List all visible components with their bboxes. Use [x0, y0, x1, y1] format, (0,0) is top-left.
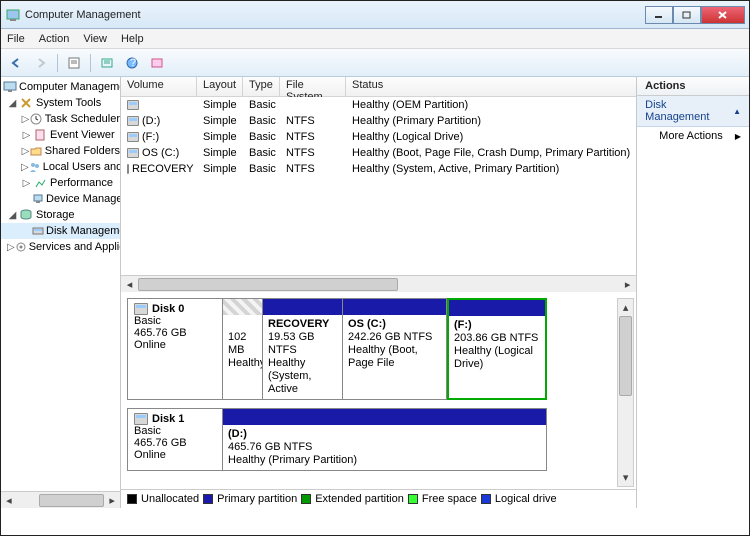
disk-graphical-view: Disk 0Basic465.76 GBOnline102 MBHealthyR… [121, 292, 617, 489]
volume-row[interactable]: SimpleBasicHealthy (OEM Partition) [121, 97, 636, 113]
legend-swatch-primary [203, 494, 213, 504]
actions-section[interactable]: Disk Management▲ [637, 96, 749, 127]
users-icon [29, 159, 41, 175]
col-status[interactable]: Status [346, 77, 636, 96]
folder-share-icon [30, 143, 43, 159]
volume-row[interactable]: (D:)SimpleBasicNTFSHealthy (Primary Part… [121, 113, 636, 129]
toolbar: ? [1, 49, 749, 77]
expand-icon[interactable]: ▷ [21, 162, 29, 173]
volume-header: Volume Layout Type File System Status [121, 77, 636, 97]
graphical-vscrollbar[interactable]: ▴▾ [617, 298, 634, 487]
tree-services[interactable]: ▷Services and Applications [1, 239, 120, 255]
tree-task-scheduler[interactable]: ▷Task Scheduler [1, 111, 120, 127]
volume-row[interactable]: (F:)SimpleBasicNTFSHealthy (Logical Driv… [121, 129, 636, 145]
expand-icon[interactable]: ▷ [21, 130, 32, 141]
partition-segment[interactable]: 102 MBHealthy [223, 298, 263, 400]
partition-segment[interactable]: RECOVERY19.53 GB NTFSHealthy (System, Ac… [263, 298, 343, 400]
drive-icon [127, 164, 129, 174]
maximize-button[interactable] [673, 6, 701, 24]
menu-help[interactable]: Help [121, 33, 144, 45]
submenu-icon: ▶ [735, 132, 741, 141]
tree-shared-folders[interactable]: ▷Shared Folders [1, 143, 120, 159]
refresh-button[interactable] [96, 52, 118, 74]
partition-segment[interactable]: (D:)465.76 GB NTFSHealthy (Primary Parti… [223, 408, 547, 471]
tree-root[interactable]: Computer Management [1, 79, 120, 95]
legend-swatch-logical [481, 494, 491, 504]
drive-icon [127, 100, 139, 110]
col-volume[interactable]: Volume [121, 77, 197, 96]
legend: Unallocated Primary partition Extended p… [121, 489, 636, 508]
disk-row: Disk 0Basic465.76 GBOnline102 MBHealthyR… [127, 298, 609, 400]
expand-icon[interactable]: ▷ [21, 146, 30, 157]
collapse-icon[interactable]: ◢ [7, 98, 18, 109]
menu-action[interactable]: Action [39, 33, 70, 45]
volume-row[interactable]: OS (C:)SimpleBasicNTFSHealthy (Boot, Pag… [121, 145, 636, 161]
app-icon [5, 7, 21, 23]
tree-disk-management[interactable]: Disk Management [1, 223, 120, 239]
tree-performance[interactable]: ▷Performance [1, 175, 120, 191]
disk-icon [134, 303, 148, 315]
device-icon [32, 191, 44, 207]
actions-more[interactable]: More Actions▶ [637, 127, 749, 145]
disk-info[interactable]: Disk 1Basic465.76 GBOnline [127, 408, 223, 471]
help-button[interactable]: ? [121, 52, 143, 74]
disk-row: Disk 1Basic465.76 GBOnline (D:)465.76 GB… [127, 408, 609, 471]
clock-icon [30, 111, 43, 127]
legend-swatch-free [408, 494, 418, 504]
menu-file[interactable]: File [7, 33, 25, 45]
storage-icon [18, 207, 34, 223]
window-title: Computer Management [25, 9, 141, 21]
drive-icon [127, 148, 139, 158]
tree-event-viewer[interactable]: ▷Event Viewer [1, 127, 120, 143]
disk-icon [134, 413, 148, 425]
tree-hscrollbar[interactable]: ◂▸ [1, 491, 120, 508]
drive-icon [127, 132, 139, 142]
minimize-button[interactable] [645, 6, 673, 24]
extra-button[interactable] [146, 52, 168, 74]
properties-button[interactable] [63, 52, 85, 74]
partition-segment[interactable]: (F:)203.86 GB NTFSHealthy (Logical Drive… [447, 298, 547, 400]
col-type[interactable]: Type [243, 77, 280, 96]
expand-icon[interactable]: ▷ [7, 242, 15, 253]
close-button[interactable] [701, 6, 745, 24]
expand-icon[interactable]: ▷ [21, 114, 30, 125]
partition-segment[interactable]: OS (C:)242.26 GB NTFSHealthy (Boot, Page… [343, 298, 447, 400]
tree-system-tools[interactable]: ◢System Tools [1, 95, 120, 111]
services-icon [15, 239, 27, 255]
volume-row[interactable]: RECOVERYSimpleBasicNTFSHealthy (System, … [121, 161, 636, 177]
menu-bar: File Action View Help [1, 29, 749, 49]
actions-header: Actions [637, 77, 749, 96]
disk-info[interactable]: Disk 0Basic465.76 GBOnline [127, 298, 223, 400]
tree-device-manager[interactable]: Device Manager [1, 191, 120, 207]
event-icon [32, 127, 48, 143]
tree-storage[interactable]: ◢Storage [1, 207, 120, 223]
actions-pane: Actions Disk Management▲ More Actions▶ [637, 77, 749, 508]
col-fs[interactable]: File System [280, 77, 346, 96]
perf-icon [32, 175, 48, 191]
volume-hscrollbar[interactable]: ◂▸ [121, 275, 636, 292]
expand-icon[interactable]: ▷ [21, 178, 32, 189]
disk-icon [32, 223, 44, 239]
collapse-icon: ▲ [733, 107, 741, 116]
drive-icon [127, 116, 139, 126]
tree-local-users[interactable]: ▷Local Users and Groups [1, 159, 120, 175]
svg-text:?: ? [130, 57, 136, 69]
collapse-icon[interactable]: ◢ [7, 210, 18, 221]
forward-button[interactable] [30, 52, 52, 74]
back-button[interactable] [5, 52, 27, 74]
legend-swatch-extended [301, 494, 311, 504]
menu-view[interactable]: View [83, 33, 107, 45]
computer-icon [3, 79, 17, 95]
volume-list: SimpleBasicHealthy (OEM Partition)(D:)Si… [121, 97, 636, 275]
title-bar: Computer Management [1, 1, 749, 29]
tools-icon [18, 95, 34, 111]
col-layout[interactable]: Layout [197, 77, 243, 96]
navigation-tree: Computer Management ◢System Tools ▷Task … [1, 77, 121, 508]
legend-swatch-unallocated [127, 494, 137, 504]
